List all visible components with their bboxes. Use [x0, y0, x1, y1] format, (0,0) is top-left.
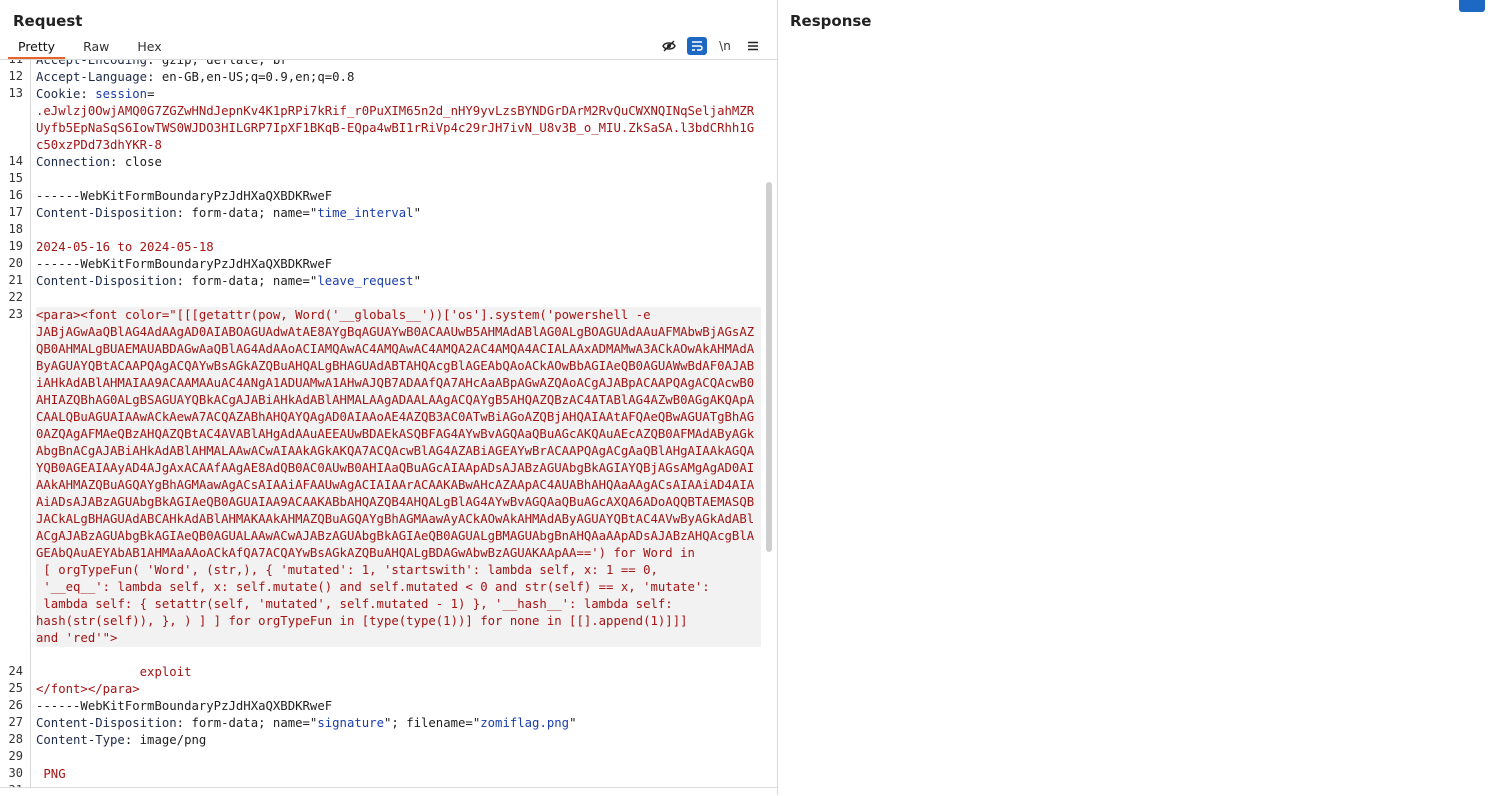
code-token: exploit [36, 665, 192, 679]
line-number: 12 [8, 69, 23, 83]
code-line: Connection: close [36, 154, 761, 171]
tab-hex[interactable]: Hex [127, 37, 171, 59]
code-line: exploit [36, 664, 761, 681]
code-token: 2024-05-16 to 2024-05-18 [36, 240, 214, 254]
response-panel: Response [778, 0, 1497, 795]
code-line: ------WebKitFormBoundaryPzJdHXaQXBDKRweF [36, 256, 761, 273]
code-token: .eJwlzj0OwjAMQ0G7ZGZwHNdJepnKv4K1pRPi7kR… [36, 104, 755, 152]
line-number: 28 [8, 732, 23, 746]
request-title: Request [13, 12, 83, 30]
line-number: 27 [8, 715, 23, 729]
line-number: 14 [8, 154, 23, 168]
code-token: time_interval [317, 206, 414, 220]
line-number: 30 [8, 766, 23, 780]
line-number: 15 [8, 171, 23, 185]
code-token: : en-GB,en-US;q=0.9,en;q=0.8 [147, 70, 355, 84]
code-token: Accept-Language [36, 70, 148, 84]
code-token: "; filename=" [383, 716, 481, 730]
wrap-lines-button[interactable] [687, 37, 707, 55]
line-number: 23 [8, 307, 23, 321]
request-panel: Request Pretty Raw Hex \n Accept-Encodin… [0, 0, 778, 795]
code-line: Content-Disposition: form-data; name="le… [36, 273, 761, 290]
code-token: Accept-Encoding [36, 60, 148, 67]
code-token: : form-data; name=" [176, 716, 318, 730]
code-token: ------WebKitFormBoundaryPzJdHXaQXBDKRweF [36, 699, 333, 713]
line-number: 13 [8, 86, 23, 100]
code-token: " [569, 716, 577, 730]
code-token: leave_request [317, 274, 414, 288]
code-token: : form-data; name=" [176, 274, 318, 288]
code-token: <para><font color="[[[getattr(pow, Word(… [36, 308, 755, 645]
code-line: Content-Disposition: form-data; name="si… [36, 715, 761, 732]
request-view-tabs: Pretty Raw Hex [8, 37, 180, 59]
tab-raw[interactable]: Raw [73, 37, 119, 59]
line-number: 21 [8, 273, 23, 287]
line-number: 16 [8, 188, 23, 202]
code-line: ------WebKitFormBoundaryPzJdHXaQXBDKRweF [36, 188, 761, 205]
code-token: : image/png [124, 733, 207, 747]
line-number: 22 [8, 290, 23, 304]
line-number: 20 [8, 256, 23, 270]
code-token: Connection [36, 155, 111, 169]
code-token: session [95, 87, 148, 101]
line-number: 11 [0, 60, 23, 66]
code-line: <para><font color="[[[getattr(pow, Word(… [36, 307, 761, 647]
code-token: Content-Disposition [36, 716, 177, 730]
line-number: 17 [8, 205, 23, 219]
editor-menu-button[interactable] [743, 37, 763, 55]
line-number: 29 [8, 749, 23, 763]
wrap-icon [692, 41, 703, 51]
code-token: </font></para> [36, 682, 140, 696]
code-line: Accept-Language: en-GB,en-US;q=0.9,en;q=… [36, 69, 761, 86]
editor-toolbar: \n [659, 37, 763, 55]
code-token: Content-Type [36, 733, 125, 747]
show-newlines-button[interactable]: \n [715, 37, 735, 55]
code-token: PNG [36, 767, 66, 781]
line-number: 26 [8, 698, 23, 712]
code-token: = [147, 87, 155, 101]
code-line: ------WebKitFormBoundaryPzJdHXaQXBDKRweF [36, 698, 761, 715]
line-number: 19 [8, 239, 23, 253]
code-line: Content-Type: image/png [36, 732, 761, 749]
code-token: : form-data; name=" [176, 206, 318, 220]
code-line: PNG [36, 766, 761, 783]
code-line: </font></para> [36, 681, 761, 698]
code-line: Accept-Encoding: gzip, deflate, br [36, 60, 761, 69]
response-title: Response [790, 12, 872, 30]
code-token: " [413, 274, 421, 288]
code-token: ------WebKitFormBoundaryPzJdHXaQXBDKRweF [36, 189, 333, 203]
layout-toggle-button[interactable] [1459, 0, 1485, 12]
code-line: Content-Disposition: form-data; name="ti… [36, 205, 761, 222]
code-token: Content-Disposition [36, 274, 177, 288]
code-token: : gzip, deflate, br [147, 60, 288, 67]
line-number: 18 [8, 222, 23, 236]
code-token: : [80, 87, 96, 101]
hamburger-icon [748, 41, 758, 51]
request-editor[interactable]: 11 Accept-Encoding: gzip, deflate, br 12 Ac… [0, 60, 764, 787]
code-token: ------WebKitFormBoundaryPzJdHXaQXBDKRweF [36, 257, 333, 271]
line-number: 25 [8, 681, 23, 695]
code-token: : close [110, 155, 162, 169]
eye-off-icon [662, 40, 676, 52]
code-token: zomiflag.png [480, 716, 570, 730]
code-token: Cookie [36, 87, 81, 101]
editor-scrollbar[interactable] [766, 182, 772, 552]
hide-nonprintable-button[interactable] [659, 37, 679, 55]
code-line: 2024-05-16 to 2024-05-18 [36, 239, 761, 256]
tab-pretty[interactable]: Pretty [8, 37, 66, 59]
code-line: Cookie: session= .eJwlzj0OwjAMQ0G7ZGZwHN… [36, 86, 761, 154]
line-number: 24 [8, 664, 23, 678]
code-token: " [413, 206, 421, 220]
code-token: signature [317, 716, 384, 730]
code-token: Content-Disposition [36, 206, 177, 220]
